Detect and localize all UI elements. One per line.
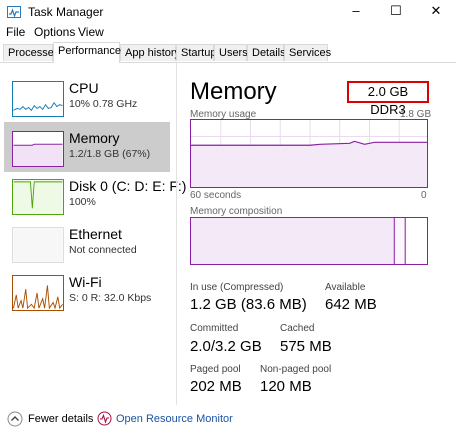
page-title: Memory	[190, 78, 277, 105]
maximize-button[interactable]: ☐	[376, 0, 416, 24]
in-use-label: In use (Compressed)	[190, 282, 284, 293]
cached-value: 575 MB	[280, 338, 332, 355]
sidebar-item-subtitle: 100%	[69, 196, 96, 208]
sidebar-item-title: Wi-Fi	[69, 274, 102, 290]
minimize-button[interactable]: –	[336, 0, 376, 24]
close-button[interactable]: ✕	[416, 0, 456, 24]
committed-label: Committed	[190, 323, 239, 334]
tab-users[interactable]: Users	[214, 44, 248, 61]
sidebar-item-ethernet[interactable]: Ethernet Not connected	[4, 218, 170, 268]
sidebar-item-cpu[interactable]: CPU 10% 0.78 GHz	[4, 72, 170, 122]
memory-thumbnail-graph	[12, 131, 64, 167]
sidebar-item-title: Memory	[69, 130, 120, 146]
nonpaged-pool-label: Non-paged pool	[260, 364, 332, 375]
sidebar-item-title: CPU	[69, 80, 99, 96]
available-label: Available	[325, 282, 366, 293]
committed-value: 2.0/3.2 GB	[190, 338, 262, 355]
tab-services[interactable]: Services	[284, 44, 331, 61]
task-manager-icon	[7, 6, 21, 18]
tab-details[interactable]: Details	[247, 44, 286, 61]
tab-startup[interactable]: Startup	[176, 44, 216, 61]
fewer-details-link[interactable]: Fewer details	[28, 413, 93, 425]
cached-label: Cached	[280, 323, 315, 334]
paged-pool-label: Paged pool	[190, 364, 241, 375]
tab-processes[interactable]: Processes	[3, 44, 59, 61]
time-left-label: 60 seconds	[190, 190, 242, 201]
cpu-thumbnail-graph	[12, 81, 64, 117]
menu-view[interactable]: View	[78, 25, 104, 39]
tab-performance[interactable]: Performance	[53, 42, 121, 63]
sidebar-item-subtitle: S: 0 R: 32.0 Kbps	[69, 292, 152, 304]
menu-options[interactable]: Options	[34, 25, 75, 39]
menu-file[interactable]: File	[6, 25, 25, 39]
in-use-value: 1.2 GB (83.6 MB)	[190, 296, 307, 313]
available-value: 642 MB	[325, 296, 377, 313]
sidebar-item-subtitle: 1.2/1.8 GB (67%)	[69, 148, 151, 160]
sidebar-item-subtitle: 10% 0.78 GHz	[69, 98, 138, 110]
ethernet-thumbnail-graph	[12, 227, 64, 263]
disk-thumbnail-graph	[12, 179, 64, 215]
open-resource-monitor-link[interactable]: Open Resource Monitor	[116, 413, 233, 425]
wifi-thumbnail-graph	[12, 275, 64, 311]
chevron-up-icon[interactable]	[7, 411, 23, 427]
nonpaged-pool-value: 120 MB	[260, 378, 312, 395]
pane-divider[interactable]	[176, 63, 177, 405]
resource-monitor-icon[interactable]	[97, 411, 112, 426]
sidebar-item-title: Disk 0 (C: D: E: F:)	[69, 178, 187, 194]
sidebar-item-memory[interactable]: Memory 1.2/1.8 GB (67%)	[4, 122, 170, 172]
paged-pool-value: 202 MB	[190, 378, 242, 395]
tab-app-history[interactable]: App history	[120, 44, 180, 61]
window-title: Task Manager	[28, 5, 104, 19]
memory-type-label: 2.0 GB DDR3	[347, 81, 429, 117]
sidebar-item-title: Ethernet	[69, 226, 122, 242]
time-right-label: 0	[421, 190, 427, 201]
composition-graph-label: Memory composition	[190, 206, 283, 217]
sidebar-item-disk[interactable]: Disk 0 (C: D: E: F:) 100%	[4, 170, 186, 220]
sidebar-item-subtitle: Not connected	[69, 244, 137, 256]
memory-composition-bar	[190, 217, 428, 265]
sidebar-item-wifi[interactable]: Wi-Fi S: 0 R: 32.0 Kbps	[4, 266, 170, 316]
memory-usage-graph	[190, 119, 428, 188]
